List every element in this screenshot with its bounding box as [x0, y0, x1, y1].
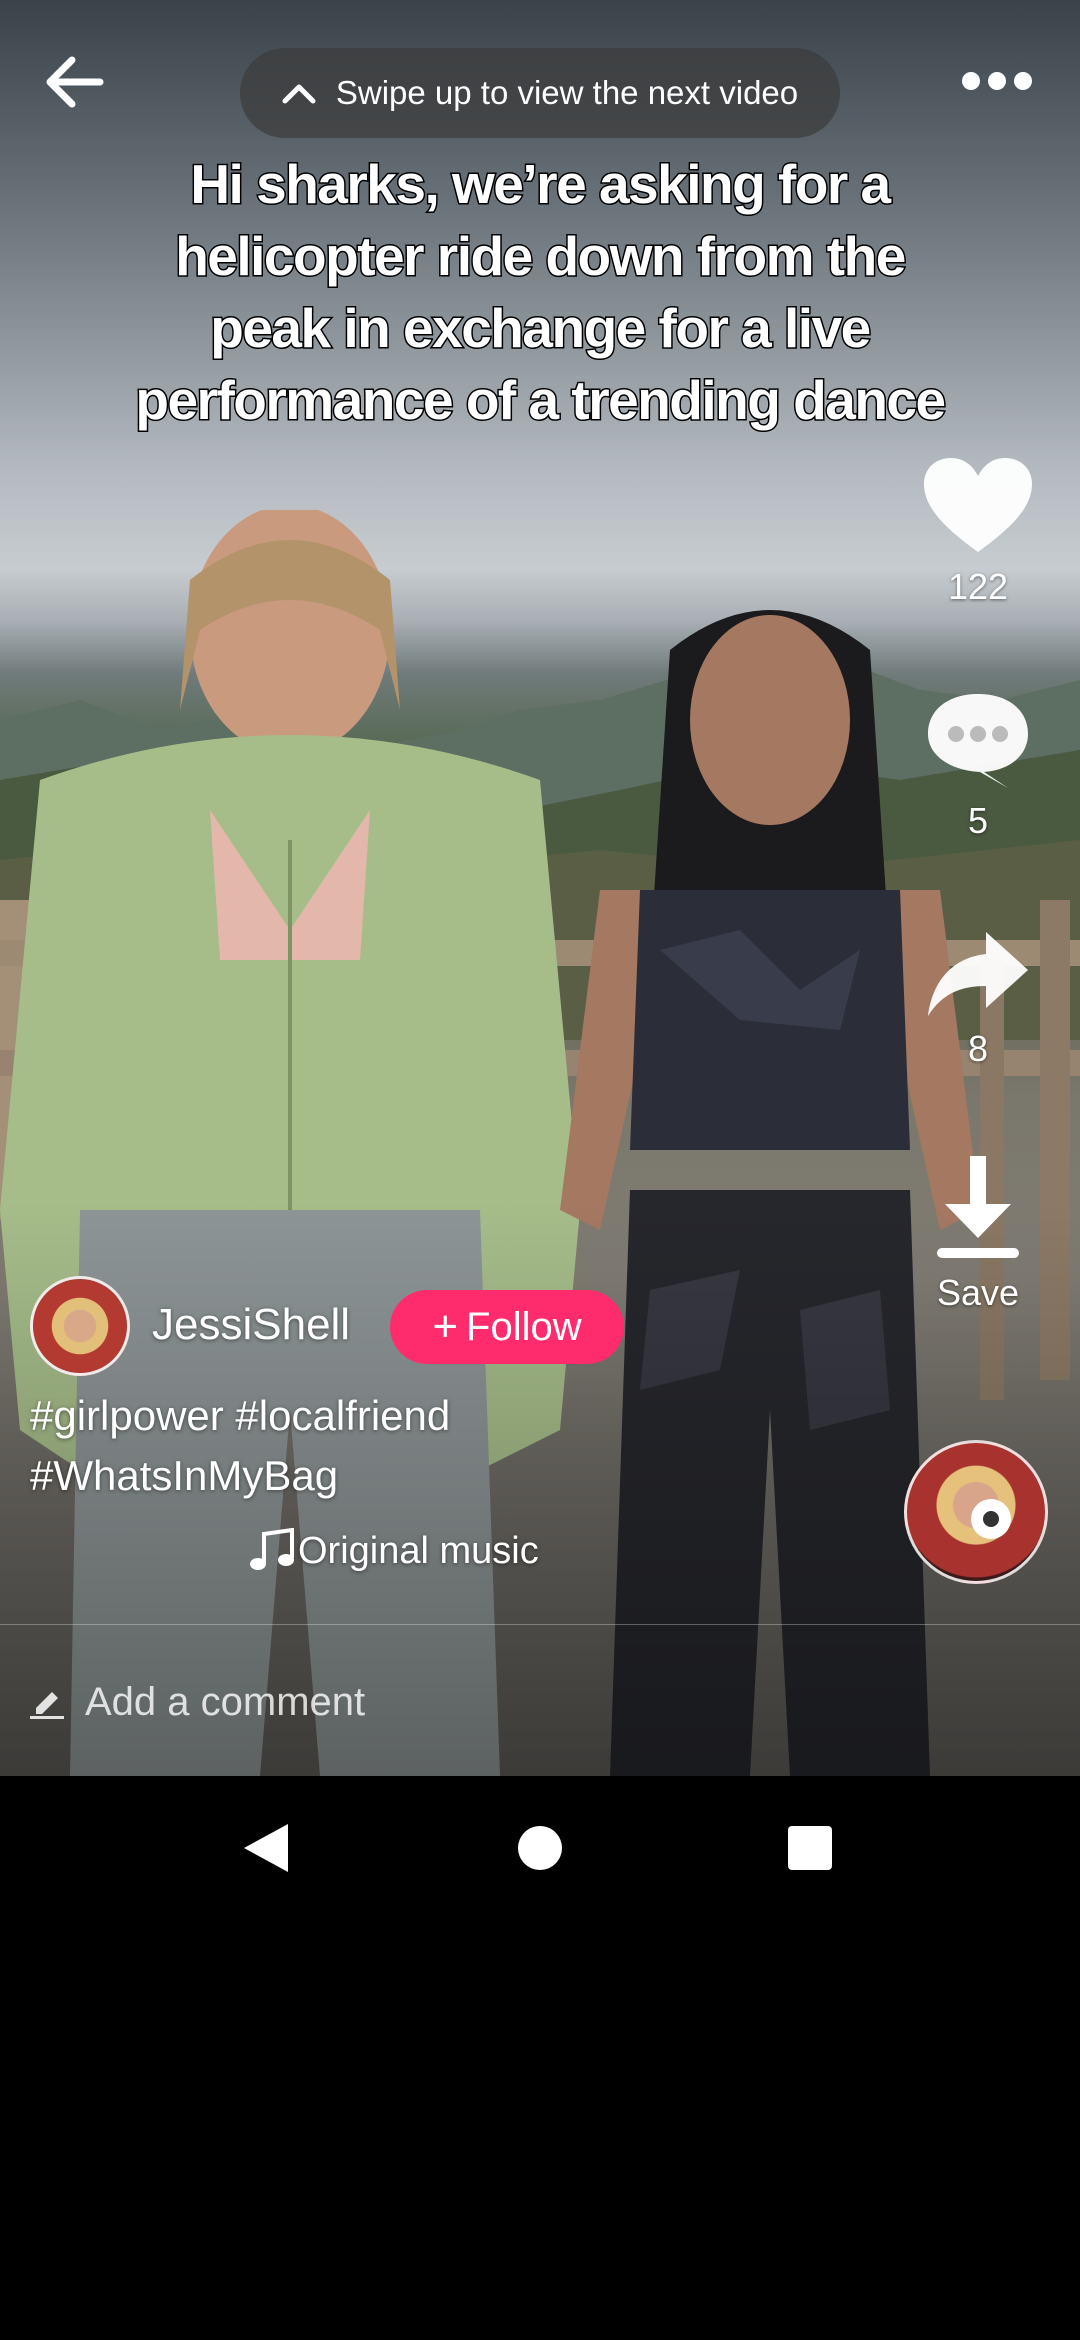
swipe-up-hint[interactable]: Swipe up to view the next video — [240, 48, 840, 138]
chevron-up-icon — [264, 58, 334, 128]
save-button[interactable]: Save — [920, 1152, 1036, 1314]
follow-label: Follow — [466, 1304, 582, 1349]
nav-home-icon — [518, 1826, 562, 1870]
nav-back-button[interactable] — [230, 1812, 302, 1884]
add-comment-placeholder[interactable]: Add a comment — [85, 1680, 365, 1725]
video-caption-overlay: Hi sharks, we’re asking for a helicopter… — [60, 148, 1020, 436]
back-button[interactable] — [36, 44, 112, 120]
arrow-left-icon — [46, 56, 104, 108]
comment-count: 5 — [967, 800, 989, 841]
caption-line: Hi sharks, we’re asking for a — [189, 152, 893, 217]
disc-center-icon — [971, 1499, 1011, 1539]
caption-line: peak in exchange for a live — [209, 296, 873, 361]
more-horizontal-icon — [1014, 72, 1032, 90]
more-horizontal-icon — [988, 72, 1006, 90]
comment-button[interactable]: 5 — [920, 690, 1036, 842]
hashtag-line[interactable]: #girlpower #localfriend — [30, 1386, 630, 1446]
heart-icon — [924, 458, 1032, 552]
nav-home-button[interactable] — [504, 1812, 576, 1884]
share-arrow-icon — [928, 932, 1028, 1016]
share-button[interactable]: 8 — [920, 928, 1036, 1070]
save-label: Save — [936, 1272, 1020, 1313]
hashtags: #girlpower #localfriend #WhatsInMyBag — [30, 1386, 630, 1506]
caption-line: helicopter ride down from the — [174, 224, 908, 289]
creator-avatar[interactable] — [30, 1276, 130, 1376]
download-icon — [937, 1156, 1019, 1258]
more-horizontal-icon — [962, 72, 980, 90]
system-nav-bar — [0, 1776, 1080, 1920]
plus-icon: + — [432, 1302, 459, 1351]
follow-button[interactable]: + Follow — [390, 1290, 624, 1364]
empty-area — [0, 1920, 1080, 2340]
nav-recents-button[interactable] — [774, 1812, 846, 1884]
creator-username[interactable]: JessiShell — [152, 1300, 350, 1350]
divider — [0, 1624, 1080, 1625]
comment-bubble-icon — [928, 694, 1028, 788]
music-disc[interactable] — [904, 1440, 1048, 1584]
comment-input-bar[interactable]: Add a comment — [0, 1626, 1080, 1776]
share-count: 8 — [967, 1028, 989, 1069]
caption-line: performance of a trending dance — [134, 368, 948, 433]
pencil-icon — [30, 1692, 64, 1719]
nav-recents-icon — [788, 1826, 832, 1870]
music-link[interactable]: Original music — [248, 1528, 539, 1574]
hashtag-line[interactable]: #WhatsInMyBag — [30, 1446, 630, 1506]
music-title: Original music — [298, 1529, 539, 1572]
like-button[interactable]: 122 — [920, 456, 1036, 608]
like-count: 122 — [947, 566, 1009, 607]
music-note-icon — [250, 1528, 294, 1570]
nav-back-icon — [244, 1824, 288, 1872]
more-options-button[interactable] — [952, 56, 1042, 106]
swipe-hint-text: Swipe up to view the next video — [335, 74, 799, 111]
